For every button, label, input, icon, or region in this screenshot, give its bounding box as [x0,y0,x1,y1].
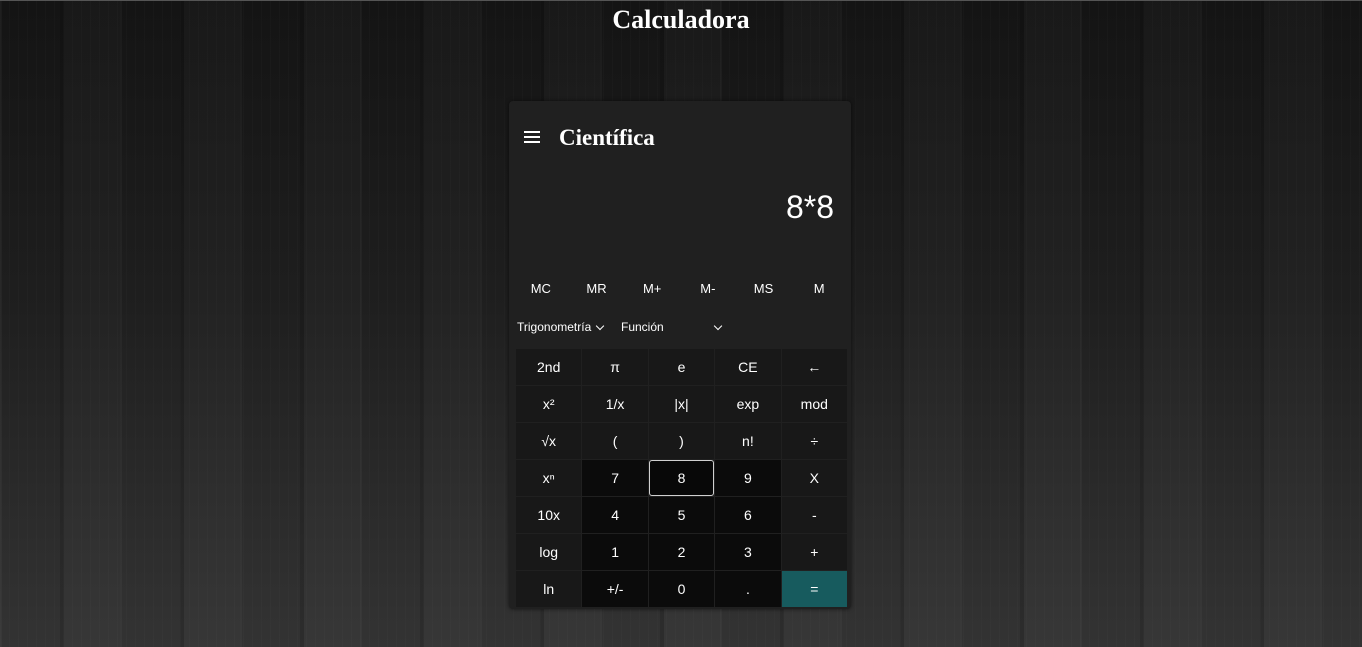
key-7[interactable]: 7 [582,460,648,496]
key-8[interactable]: 8 [648,460,715,496]
mode-title: Científica [559,125,655,150]
memory-row: MC MR M+ M- MS M [513,277,847,301]
function-dropdown[interactable]: Función [621,320,723,334]
key-abs[interactable]: |x| [648,386,715,422]
key-close-paren[interactable]: ) [648,423,715,459]
key-e[interactable]: e [648,349,715,385]
key-6[interactable]: 6 [715,497,781,533]
key-factorial[interactable]: n! [715,423,781,459]
display-value: 8*8 [785,189,834,225]
memory-subtract-button[interactable]: M- [680,277,736,301]
key-decimal[interactable]: . [715,571,781,607]
key-sqrt[interactable]: √x [516,423,582,459]
trigonometry-dropdown[interactable]: Trigonometría [517,320,621,334]
key-reciprocal[interactable]: 1/x [582,386,648,422]
key-subtract[interactable]: - [781,497,847,533]
key-power[interactable]: xⁿ [516,460,582,496]
key-ln[interactable]: ln [516,571,582,607]
keypad: 2nd π e CE ← x² 1/x |x| exp mod √x() n! ÷ xⁿ 7 8 9 X 10x 4 5… [516,349,847,607]
key-add[interactable]: + [781,534,847,570]
trigonometry-label: Trigonometría [517,320,592,334]
key-0[interactable]: 0 [648,571,715,607]
key-open-paren[interactable]: ( [582,423,648,459]
hamburger-menu-icon[interactable] [524,131,540,143]
calculator-header: Científica [509,119,851,159]
key-ce[interactable]: CE [715,349,781,385]
memory-add-button[interactable]: M+ [624,277,680,301]
key-equals[interactable]: = [781,571,847,607]
key-5[interactable]: 5 [648,497,715,533]
function-label: Función [621,320,664,334]
key-log[interactable]: log [516,534,582,570]
calculator-panel: Científica 8*8 MC MR M+ M- MS M Trigonom… [509,101,851,609]
memory-clear-button[interactable]: MC [513,277,569,301]
key-exp[interactable]: exp [715,386,781,422]
page-title: Calculadora [612,5,750,34]
key-ten-power[interactable]: 10x [516,497,582,533]
key-2[interactable]: 2 [648,534,715,570]
key-1[interactable]: 1 [582,534,648,570]
key-pi[interactable]: π [582,349,648,385]
key-mod[interactable]: mod [781,386,847,422]
chevron-down-icon [713,321,723,330]
key-backspace[interactable]: ← [781,349,847,385]
function-dropdown-row: Trigonometría Función [517,316,723,338]
memory-store-button[interactable]: MS [736,277,792,301]
key-3[interactable]: 3 [715,534,781,570]
memory-list-button[interactable]: M [791,277,847,301]
key-negate[interactable]: +/- [582,571,648,607]
key-4[interactable]: 4 [582,497,648,533]
key-divide[interactable]: ÷ [781,423,847,459]
key-2nd[interactable]: 2nd [516,349,582,385]
key-square[interactable]: x² [516,386,582,422]
memory-recall-button[interactable]: MR [569,277,625,301]
key-9[interactable]: 9 [715,460,781,496]
chevron-down-icon [596,321,605,330]
key-multiply[interactable]: X [781,460,847,496]
